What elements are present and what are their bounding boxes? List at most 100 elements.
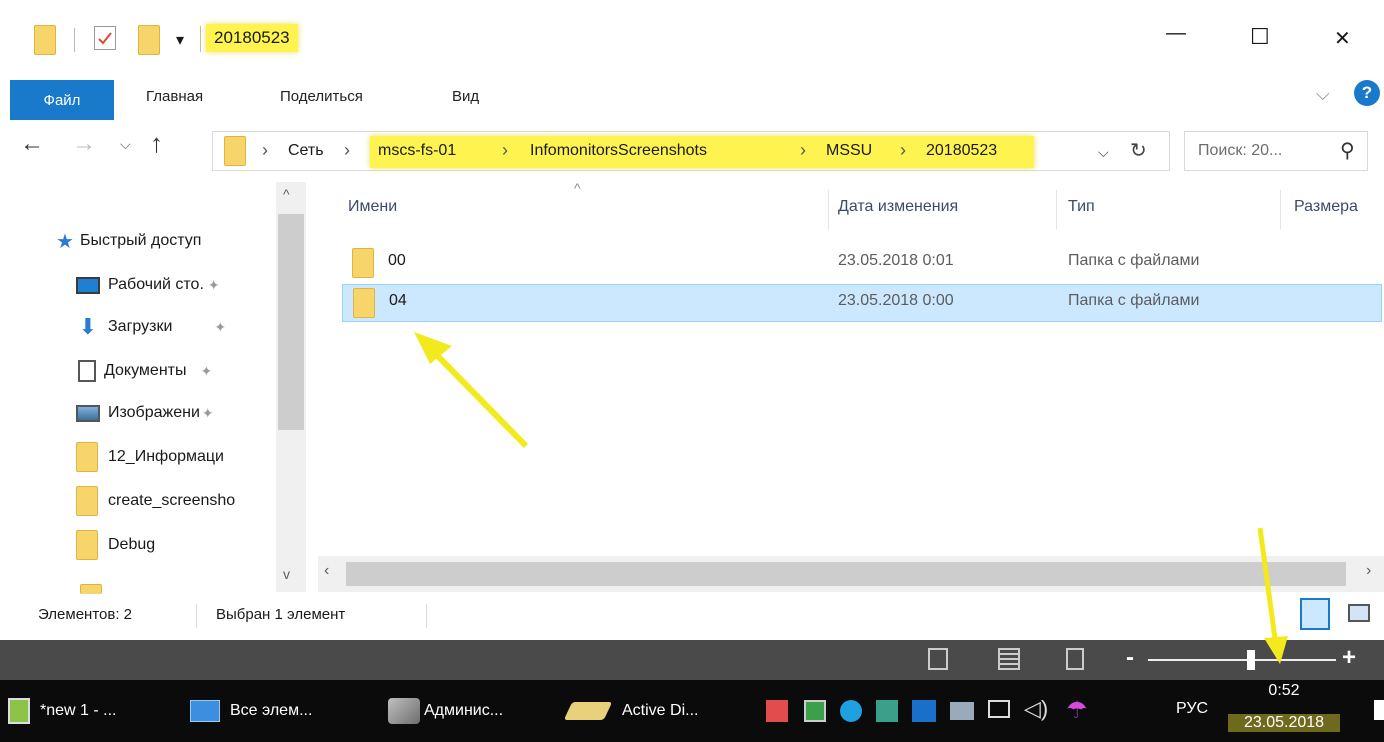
column-divider[interactable] [828,190,829,230]
zoom-in-button[interactable]: + [1342,644,1356,672]
pin-icon[interactable]: ✦ [208,277,220,294]
status-divider [426,604,427,628]
web-layout-icon[interactable] [1066,648,1084,670]
new-folder-icon[interactable] [138,25,160,55]
breadcrumb-separator[interactable]: › [502,140,508,161]
file-name: 04 [389,292,407,309]
minimize-button[interactable]: — [1166,22,1186,45]
file-type: Папка с файлами [1068,292,1200,309]
selection-info: Выбран 1 элемент [216,606,346,623]
pin-icon[interactable]: ✦ [214,319,226,336]
table-row[interactable]: 00 23.05.2018 0:01 Папка с файлами [342,244,1382,282]
recent-locations-icon[interactable]: ⌵ [120,136,131,153]
breadcrumb-share[interactable]: InfomonitorsScreenshots [530,142,707,160]
file-name: 00 [388,252,406,269]
nav-scrollbar-thumb[interactable] [278,214,304,430]
zoom-out-button[interactable]: - [1126,644,1134,672]
title-divider [200,26,201,52]
breadcrumb-current[interactable]: 20180523 [926,142,997,160]
nav-scroll-down-icon[interactable]: v [283,566,290,582]
skype-icon[interactable] [840,700,862,722]
umbrella-icon[interactable]: ☂ [1066,696,1088,725]
breadcrumb-separator[interactable]: › [344,140,350,161]
window-title: 20180523 [206,24,298,52]
volume-icon[interactable]: ◁) [1024,696,1048,722]
column-header-date[interactable]: Дата изменения [838,198,958,216]
tab-file[interactable]: Файл [10,80,114,120]
clock[interactable]: 0:52 23.05.2018 [1224,680,1344,742]
help-icon[interactable]: ? [1354,80,1380,106]
nav-item-pictures[interactable]: Изображени ✦ [76,396,214,430]
file-date: 23.05.2018 0:00 [838,292,954,309]
nav-item-label: Быстрый доступ [79,232,202,249]
breadcrumb-network[interactable]: Сеть [288,142,324,160]
breadcrumb-separator[interactable]: › [262,140,268,161]
large-icons-view-icon[interactable] [1348,604,1370,622]
taskbar-item-active-directory[interactable]: Active Di... [563,680,699,742]
refresh-button[interactable]: ↻ [1130,138,1147,163]
properties-icon[interactable] [94,26,116,50]
details-view-icon[interactable] [1300,598,1330,630]
column-divider[interactable] [1056,190,1057,230]
tab-share[interactable]: Поделиться [280,88,363,105]
nav-item-desktop[interactable]: Рабочий сто. ✦ [76,268,220,302]
nav-scroll-up-icon[interactable]: ^ [283,186,290,202]
nav-item-folder-create-screenshot[interactable]: create_screensho [76,484,235,518]
file-type: Папка с файлами [1068,252,1200,269]
tray-app-icon[interactable] [804,700,826,722]
folder-icon [353,288,375,318]
back-button[interactable]: ← [20,130,44,158]
language-indicator[interactable]: РУС [1176,700,1208,718]
nav-item-downloads[interactable]: ⬇ Загрузки ✦ [76,310,226,344]
search-input[interactable]: Поиск: 20... [1198,142,1282,160]
nav-item-folder-debug[interactable]: Debug [76,528,155,562]
download-icon: ⬇ [78,314,98,339]
taskbar-item-notepad[interactable]: *new 1 - ... [8,680,116,742]
breadcrumb-mssu[interactable]: MSSU [826,142,872,160]
nav-item-label: Загрузки [108,318,173,335]
nav-item-quick-access[interactable]: ★ Быстрый доступ [56,224,201,258]
tab-home[interactable]: Главная [146,88,203,105]
print-layout-icon[interactable] [998,648,1020,670]
breadcrumb-separator[interactable]: › [800,140,806,161]
horizontal-scrollbar-thumb[interactable] [346,562,1346,586]
item-count: Элементов: 2 [38,606,133,623]
address-dropdown-icon[interactable]: ⌵ [1098,144,1109,161]
taskbar-item-control-panel[interactable]: Все элем... [190,680,312,742]
outlook-icon[interactable] [912,700,936,722]
column-divider[interactable] [1280,190,1281,230]
tray-app-icon[interactable] [876,700,898,722]
column-header-size[interactable]: Размера [1294,198,1358,216]
breadcrumb-server[interactable]: mscs-fs-01 [378,142,456,160]
show-desktop-icon[interactable] [1374,700,1384,720]
column-header-name[interactable]: Имени [348,198,397,216]
status-bar: Элементов: 2 Выбран 1 элемент [0,596,1384,638]
folder-icon [352,248,374,278]
pin-icon[interactable]: ✦ [202,405,214,422]
notepad-icon [8,698,30,724]
taskbar-item-admin-tools[interactable]: Админис... [388,680,503,742]
folder-icon [80,584,102,594]
folder-icon[interactable] [34,25,56,55]
breadcrumb-separator[interactable]: › [900,140,906,161]
nav-item-documents[interactable]: Документы ✦ [76,354,212,388]
scroll-right-icon[interactable]: › [1366,562,1371,580]
tray-app-icon[interactable] [950,702,974,720]
pin-icon[interactable]: ✦ [200,363,212,380]
tray-app-icon[interactable] [766,700,788,722]
column-header-type[interactable]: Тип [1068,198,1095,216]
qat-dropdown-icon[interactable]: ▾ [176,30,184,50]
scroll-left-icon[interactable]: ‹ [324,562,329,580]
forward-button[interactable]: → [72,130,96,158]
reading-view-icon[interactable] [928,648,948,670]
close-button[interactable]: ✕ [1334,26,1351,51]
ribbon-collapse-icon[interactable]: ⌵ [1316,84,1330,105]
network-icon[interactable] [988,700,1010,718]
taskbar-item-label: Active Di... [622,702,699,719]
nav-item-folder-12[interactable]: 12_Информаци [76,440,224,474]
maximize-button[interactable]: ☐ [1250,24,1270,50]
search-icon[interactable]: ⚲ [1340,138,1355,163]
table-row-selected[interactable]: 04 23.05.2018 0:00 Папка с файлами [342,284,1382,322]
tab-view[interactable]: Вид [452,88,479,105]
up-button[interactable]: ↑ [150,128,163,159]
